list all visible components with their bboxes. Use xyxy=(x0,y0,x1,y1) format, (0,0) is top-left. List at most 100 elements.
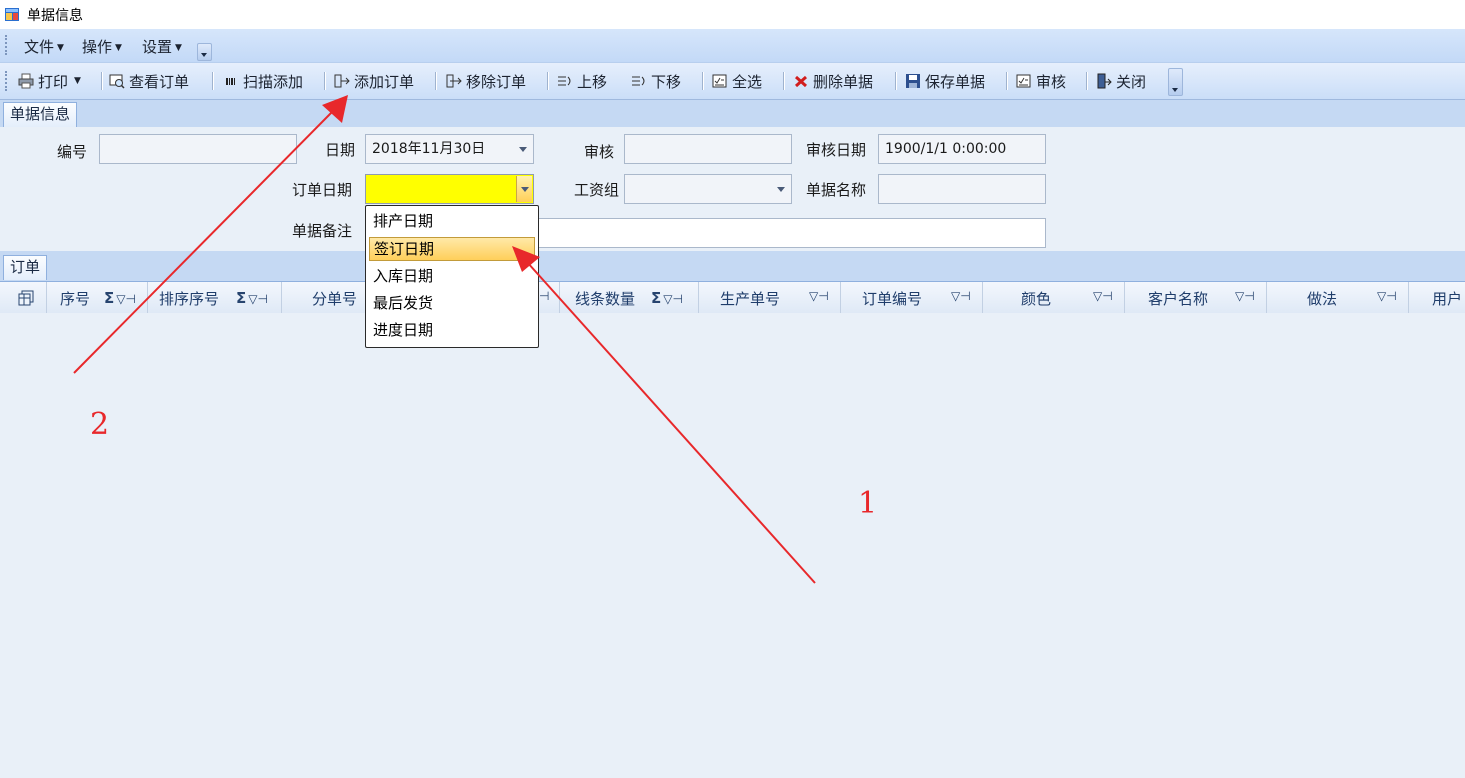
barcode-icon xyxy=(225,73,239,89)
delete-doc-label: 删除单据 xyxy=(813,72,874,91)
doc-name-field[interactable] xyxy=(878,174,1046,204)
overflow-icon xyxy=(201,53,207,57)
menu-file-label: 文件 xyxy=(24,38,55,56)
move-up-icon xyxy=(557,73,573,89)
menu-operation-label: 操作 xyxy=(82,38,113,56)
column-label: 订单编号 xyxy=(862,290,923,308)
annotation-number-2: 2 xyxy=(90,407,110,442)
dropdown-option[interactable]: 进度日期 xyxy=(369,318,535,342)
menu-grip[interactable] xyxy=(5,35,9,55)
column-header[interactable]: 颜色 ▽⊣ xyxy=(983,282,1125,313)
filter-pin-icons[interactable]: ⊣ xyxy=(539,289,549,303)
sum-filter-pin-icons[interactable]: Σ ▽⊣ xyxy=(104,289,136,307)
menu-file[interactable]: 文件 ▼ xyxy=(24,36,64,57)
audit-date-label: 审核日期 xyxy=(806,141,867,159)
annotation-number-1: 1 xyxy=(858,486,878,521)
chevron-down-icon[interactable]: ▼ xyxy=(74,76,81,86)
column-label: 客户名称 xyxy=(1148,290,1209,308)
column-header[interactable]: 做法 ▽⊣ xyxy=(1267,282,1409,313)
date-value: 2018年11月30日 xyxy=(372,141,486,157)
overflow-icon xyxy=(1172,88,1178,92)
dropdown-option[interactable]: 入库日期 xyxy=(369,264,535,288)
move-up-button[interactable]: 上移 xyxy=(557,71,607,91)
print-label: 打印 xyxy=(38,72,69,91)
menu-overflow-button[interactable] xyxy=(197,43,212,61)
column-label: 颜色 xyxy=(1021,290,1052,308)
view-order-icon xyxy=(109,73,125,89)
column-label: 用户 xyxy=(1432,290,1463,308)
column-header[interactable]: 排序序号 Σ ▽⊣ xyxy=(148,282,282,313)
column-label: 做法 xyxy=(1307,290,1338,308)
remove-order-button[interactable]: 移除订单 xyxy=(446,71,526,91)
sum-filter-pin-icons[interactable]: Σ ▽⊣ xyxy=(651,289,683,307)
column-header[interactable]: 订单编号 ▽⊣ xyxy=(841,282,983,313)
column-header[interactable]: 客户名称 ▽⊣ xyxy=(1125,282,1267,313)
order-date-combo[interactable] xyxy=(365,174,534,204)
column-label: 分单号 xyxy=(312,290,358,308)
audit-field-label: 审核 xyxy=(584,143,615,161)
scan-add-button[interactable]: 扫描添加 xyxy=(225,71,303,91)
move-down-label: 下移 xyxy=(651,72,682,91)
filter-pin-icons[interactable]: ▽⊣ xyxy=(951,289,971,303)
remove-order-label: 移除订单 xyxy=(466,72,527,91)
column-chooser-cell[interactable] xyxy=(0,282,47,313)
chevron-down-icon[interactable] xyxy=(777,187,785,192)
doc-info-form: 编号 日期 2018年11月30日 审核 审核日期 1900/1/1 0:00:… xyxy=(0,127,1465,251)
audit-field[interactable] xyxy=(624,134,792,164)
save-doc-button[interactable]: 保存单据 xyxy=(905,71,985,91)
orders-tabstrip: 订单 xyxy=(0,251,1465,282)
column-header[interactable]: 序号 Σ ▽⊣ xyxy=(47,282,148,313)
print-button[interactable]: 打印 ▼ xyxy=(18,71,81,91)
view-order-button[interactable]: 查看订单 xyxy=(109,71,189,91)
doc-name-label: 单据名称 xyxy=(806,181,867,199)
dropdown-option[interactable]: 最后发货 xyxy=(369,291,535,315)
move-down-button[interactable]: 下移 xyxy=(631,71,681,91)
filter-pin-icons[interactable]: ▽⊣ xyxy=(1235,289,1255,303)
tab-doc-info[interactable]: 单据信息 xyxy=(3,102,78,127)
menu-operation[interactable]: 操作 ▼ xyxy=(82,36,122,57)
wage-group-combo[interactable] xyxy=(624,174,792,204)
dropdown-option[interactable]: 排产日期 xyxy=(369,209,535,233)
order-date-dropdown-button[interactable] xyxy=(516,176,532,202)
menu-bar: 文件 ▼ 操作 ▼ 设置 ▼ xyxy=(0,29,1465,63)
column-label: 生产单号 xyxy=(720,290,781,308)
wage-group-label: 工资组 xyxy=(574,181,620,199)
select-all-button[interactable]: 全选 xyxy=(712,71,762,91)
chevron-down-icon xyxy=(521,187,529,192)
toolbar-grip[interactable] xyxy=(5,71,9,91)
save-doc-label: 保存单据 xyxy=(925,72,986,91)
date-picker[interactable]: 2018年11月30日 xyxy=(365,134,534,164)
save-icon xyxy=(905,73,921,89)
app-icon xyxy=(5,8,19,21)
filter-pin-icons[interactable]: ▽⊣ xyxy=(1093,289,1113,303)
order-date-dropdown-list: 排产日期 签订日期 入库日期 最后发货 进度日期 xyxy=(365,205,539,348)
exit-door-icon xyxy=(1096,73,1112,89)
move-up-label: 上移 xyxy=(577,72,608,91)
add-order-button[interactable]: 添加订单 xyxy=(334,71,414,91)
grid-body[interactable] xyxy=(0,313,1465,778)
column-header[interactable]: 生产单号 ▽⊣ xyxy=(699,282,841,313)
menu-settings[interactable]: 设置 ▼ xyxy=(142,36,182,57)
toolbar-overflow-button[interactable] xyxy=(1168,68,1183,96)
dropdown-option-selected[interactable]: 签订日期 xyxy=(369,237,535,261)
audit-button[interactable]: 审核 xyxy=(1016,71,1066,91)
date-label: 日期 xyxy=(325,141,356,159)
filter-pin-icons[interactable]: ▽⊣ xyxy=(1377,289,1397,303)
title-bar: 单据信息 xyxy=(0,0,1465,29)
sum-filter-pin-icons[interactable]: Σ ▽⊣ xyxy=(236,289,268,307)
tab-orders[interactable]: 订单 xyxy=(3,255,48,280)
column-header[interactable]: 线条数量 Σ ▽⊣ xyxy=(560,282,699,313)
order-date-label: 订单日期 xyxy=(292,181,353,199)
filter-pin-icons[interactable]: ▽⊣ xyxy=(809,289,829,303)
column-header[interactable]: 用户 xyxy=(1409,282,1465,313)
number-label: 编号 xyxy=(57,143,88,161)
scan-add-label: 扫描添加 xyxy=(243,72,304,91)
select-all-icon xyxy=(712,73,728,89)
delete-doc-button[interactable]: 删除单据 xyxy=(793,71,873,91)
audit-date-field[interactable]: 1900/1/1 0:00:00 xyxy=(878,134,1046,164)
number-field[interactable] xyxy=(99,134,297,164)
close-button[interactable]: 关闭 xyxy=(1096,71,1146,91)
grid-header: 序号 Σ ▽⊣ 排序序号 Σ ▽⊣ 分单号 ⊣ 线条数量 Σ ▽⊣ 生产单号 ▽⊣ 订… xyxy=(0,282,1465,314)
add-order-icon xyxy=(334,73,350,89)
chevron-down-icon[interactable] xyxy=(519,147,527,152)
